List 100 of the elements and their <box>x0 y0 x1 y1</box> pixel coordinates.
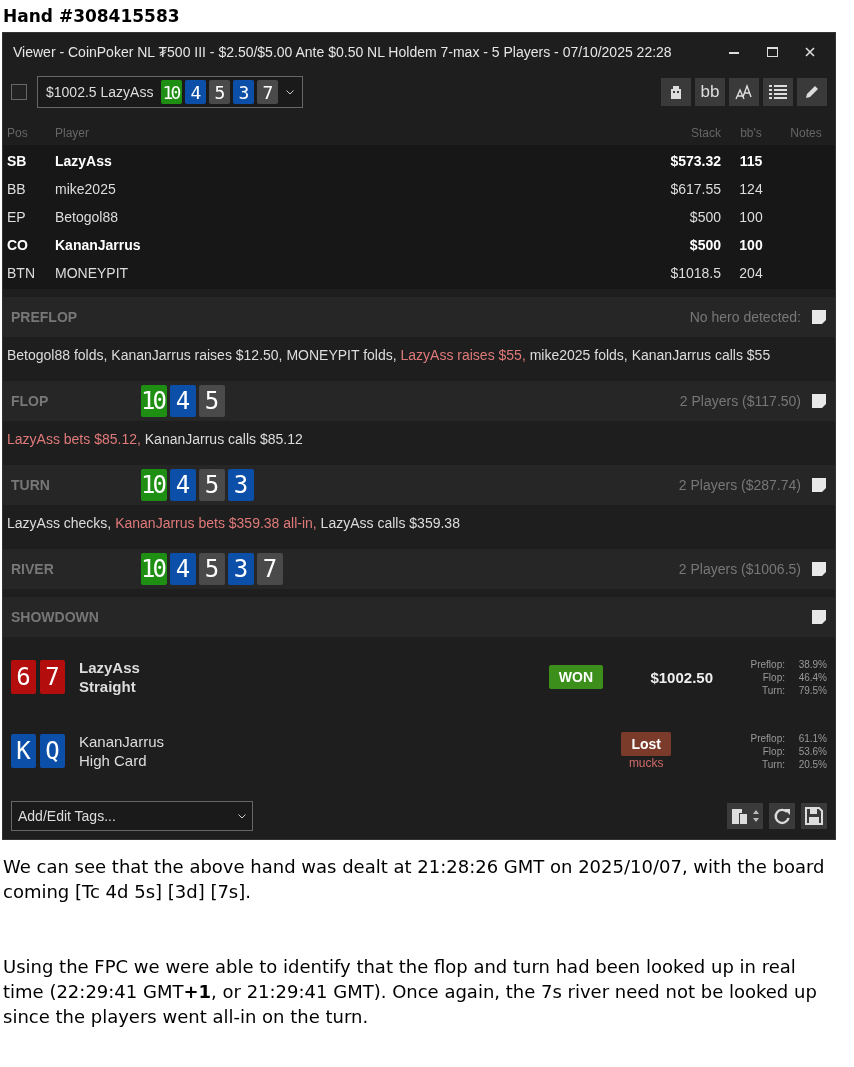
player-name: KananJarrus <box>79 732 165 751</box>
page-heading: Hand #308415583 <box>2 5 181 28</box>
note-icon[interactable] <box>811 393 827 409</box>
table-cell-text: LazyAss <box>55 153 113 169</box>
table-cell-text: $500 <box>688 237 721 253</box>
result-badge: Lost <box>621 732 671 756</box>
equity-value: 20.5% <box>797 757 827 771</box>
table-cell-text: SB <box>7 153 28 169</box>
playing-card: 4 <box>170 553 196 585</box>
figure-button[interactable] <box>661 78 691 106</box>
note-icon[interactable] <box>811 309 827 325</box>
tags-dropdown[interactable]: Add/Edit Tags... <box>11 801 253 831</box>
dropdown-label: $1002.5 LazyAss <box>46 84 154 100</box>
hand-dropdown[interactable]: $1002.5 LazyAss 10 4 5 3 7 <box>37 76 304 108</box>
playing-card: 7 <box>257 553 283 585</box>
hand-rank: High Card <box>79 751 148 770</box>
street-info: 2 Players ($117.50) <box>679 393 801 409</box>
table-cell-text: mike2025 <box>55 181 117 197</box>
playing-card: 5 <box>199 553 225 585</box>
action-line: Betogol88 folds, KananJarrus raises $12.50, MONEYPIT folds, LazyAss raises $55, mike2025 folds, KananJarrus calls $55 <box>6 346 772 365</box>
won-amount: $1002.50 <box>649 668 713 686</box>
playing-card: 4 <box>170 469 196 501</box>
playing-card: 5 <box>199 469 225 501</box>
close-icon <box>805 47 815 57</box>
equity-label: Flop: <box>761 744 785 758</box>
font-size-icon <box>735 84 753 100</box>
note-icon[interactable] <box>811 561 827 577</box>
table-cell-text: Betogol88 <box>55 209 120 225</box>
equity-value: 61.1% <box>797 731 827 745</box>
table-cell-text: $573.32 <box>669 153 721 169</box>
copy-button[interactable] <box>727 803 763 829</box>
table-cell-text: KananJarrus <box>55 237 142 253</box>
equity-value: 38.9% <box>797 657 827 671</box>
playing-card: 4 <box>170 385 196 417</box>
table-cell-text: BTN <box>7 265 36 281</box>
playing-card: 3 <box>233 80 255 104</box>
equity-label: Preflop: <box>749 657 785 671</box>
list-button[interactable] <box>763 78 793 106</box>
column-header: Player <box>55 126 90 140</box>
playing-card: Q <box>40 734 65 768</box>
table-cell-text: 100 <box>738 237 764 253</box>
equity-label: Turn: <box>761 683 785 697</box>
edit-button[interactable] <box>797 78 827 106</box>
equity-label: Flop: <box>761 670 785 684</box>
list-icon <box>769 85 787 99</box>
paragraph: We can see that the above hand was dealt at 21:28:26 GMT on 2025/10/07, with the board coming [Tc 4d 5s] [3d] [7s]. <box>3 855 826 904</box>
playing-card: 3 <box>228 469 254 501</box>
equity-value: 79.5% <box>797 683 827 697</box>
column-header: Notes <box>789 126 823 140</box>
clipboard-icon <box>731 807 759 825</box>
action-line: LazyAss checks, KananJarrus bets $359.38 all-in, LazyAss calls $359.38 <box>6 514 461 533</box>
playing-card: 5 <box>199 385 225 417</box>
pencil-icon <box>804 84 820 100</box>
column-header: Stack <box>690 126 721 140</box>
playing-card: 10 <box>141 385 167 417</box>
table-cell-text: 124 <box>738 181 764 197</box>
note-icon[interactable] <box>811 609 827 625</box>
table-cell-text: MONEYPIT <box>55 265 130 281</box>
street-name: PREFLOP <box>11 309 79 325</box>
bb-button[interactable]: bb <box>695 78 725 106</box>
note-icon[interactable] <box>811 477 827 493</box>
table-cell-text: $617.55 <box>669 181 721 197</box>
equity-label: Turn: <box>761 757 785 771</box>
checkbox[interactable] <box>11 84 27 100</box>
playing-card: 3 <box>228 553 254 585</box>
playing-card: 4 <box>185 80 207 104</box>
playing-card: 10 <box>161 80 183 104</box>
playing-card: 5 <box>209 80 231 104</box>
playing-card: K <box>11 734 36 768</box>
playing-card: 7 <box>257 80 279 104</box>
equity-label: Preflop: <box>749 731 785 745</box>
playing-card: 6 <box>11 660 36 694</box>
column-header: bb's <box>739 126 763 140</box>
result-badge: WON <box>548 665 603 689</box>
table-cell-text: $500 <box>688 209 721 225</box>
save-button[interactable] <box>801 803 827 829</box>
street-info: No hero detected: <box>689 309 801 325</box>
table-cell-text: 100 <box>738 209 764 225</box>
playing-card: 10 <box>141 553 167 585</box>
table-cell-text: $1018.5 <box>669 265 721 281</box>
street-name: FLOP <box>11 393 50 409</box>
table-cell-text: 115 <box>738 153 764 169</box>
hand-rank: Straight <box>79 677 137 696</box>
maximize-icon <box>766 47 778 57</box>
refresh-button[interactable] <box>769 803 795 829</box>
caret-icon <box>286 89 295 95</box>
font-size-button[interactable] <box>729 78 759 106</box>
save-icon <box>805 807 823 825</box>
caret-icon <box>238 813 246 819</box>
paragraph: Using the FPC we were able to identify that the flop and turn had been looked up in real time (22:29:41 GMT+1, or 21:29:41 GMT). Once again, the 7s river need not be looked up since the players went all-in on the turn. <box>3 955 818 1029</box>
robot-icon <box>669 84 683 100</box>
table-cell-text: CO <box>7 237 29 253</box>
street-info: 2 Players ($287.74) <box>678 477 801 493</box>
playing-card: 10 <box>141 469 167 501</box>
column-header: Pos <box>7 126 29 140</box>
window-title: Viewer - CoinPoker NL ₮500 III - $2.50/$5.00 Ante $0.50 NL Holdem 7-max - 5 Players - 07/10/2025 22:28 <box>13 44 673 60</box>
table-cell-text: 204 <box>738 265 764 281</box>
street-name: SHOWDOWN <box>11 609 100 625</box>
action-line: LazyAss bets $85.12, KananJarrus calls $85.12 <box>6 430 304 449</box>
street-name: TURN <box>11 477 51 493</box>
